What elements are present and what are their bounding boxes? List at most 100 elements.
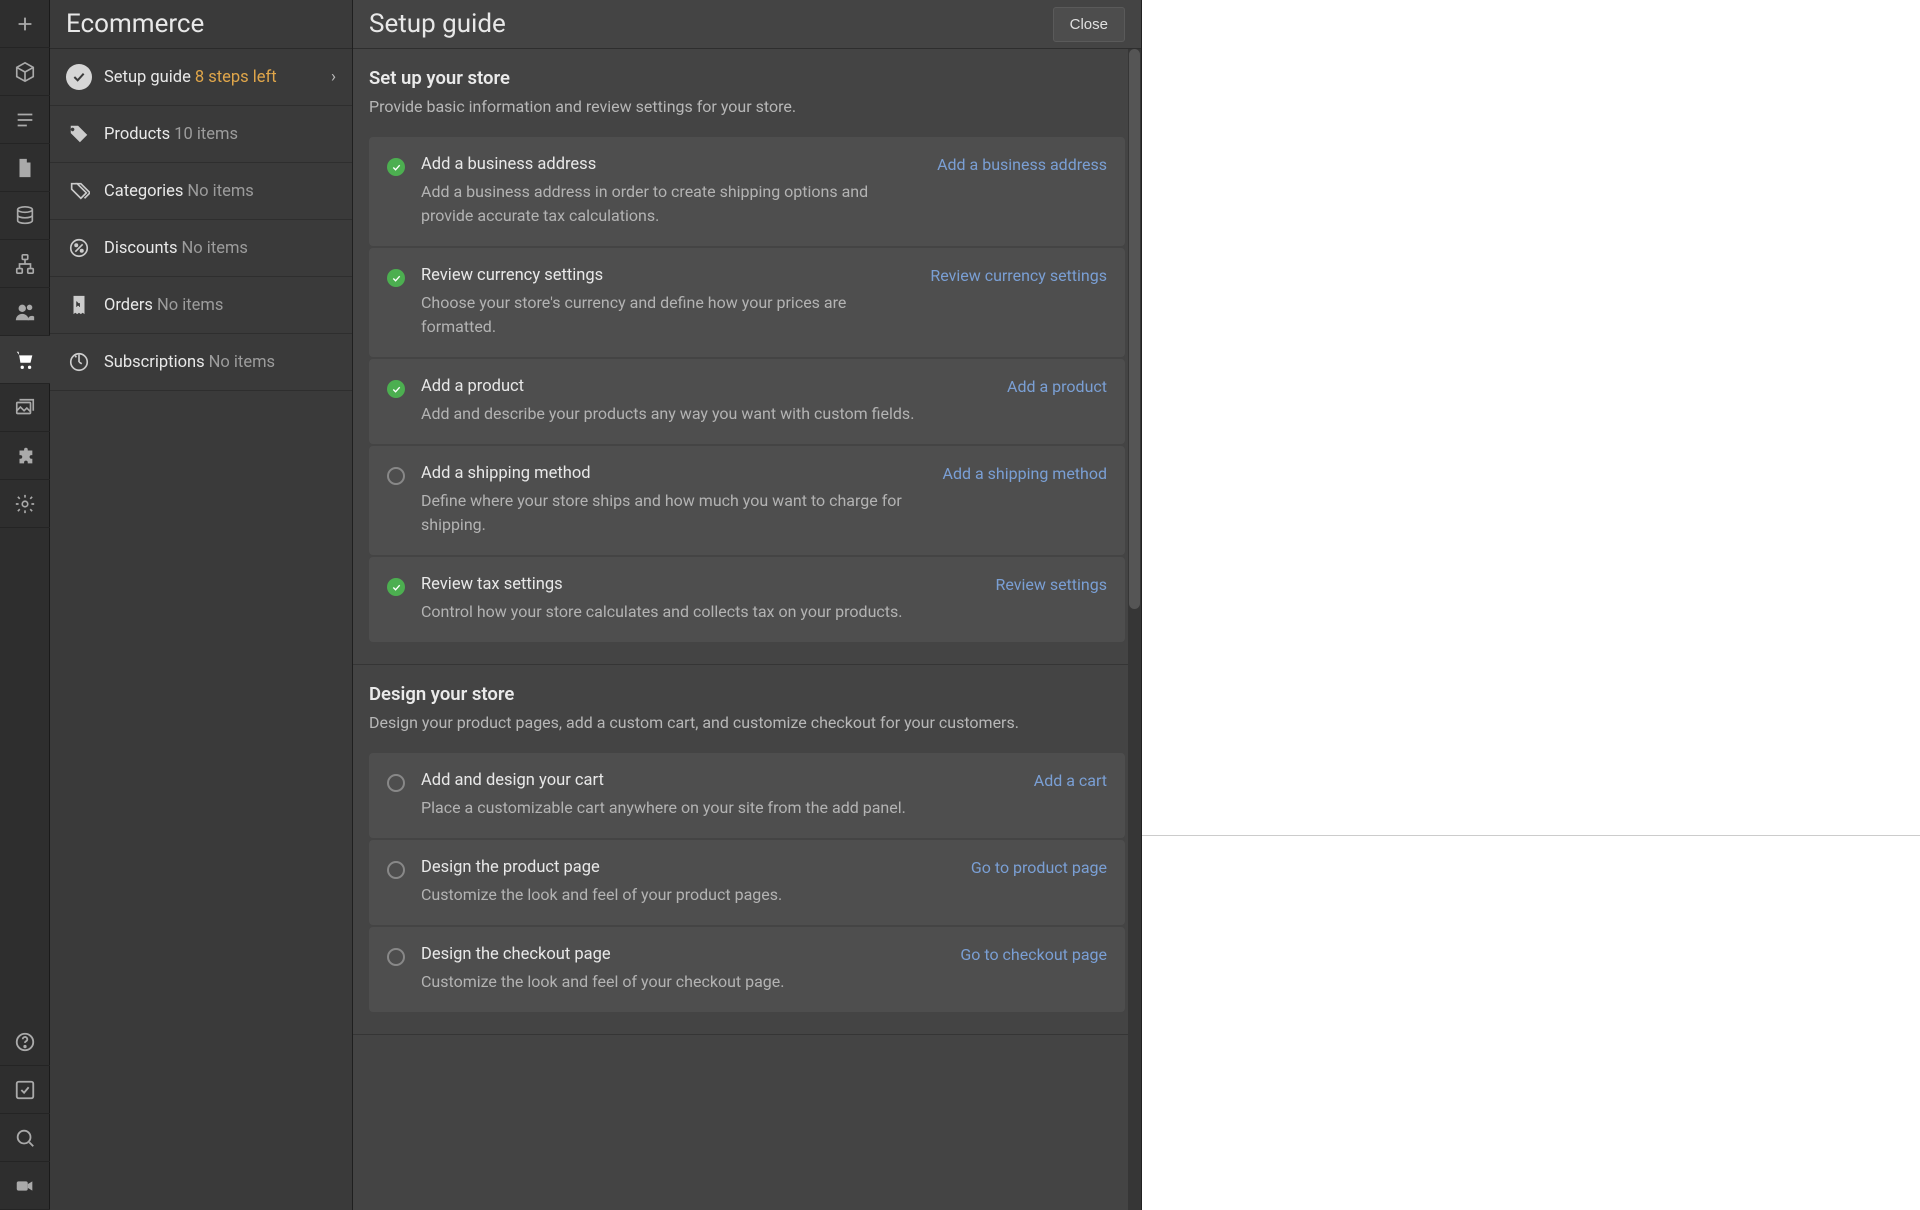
- page-icon: [14, 157, 36, 179]
- step-name: Design the checkout page: [421, 945, 948, 964]
- sidebar-item-label: Orders: [104, 296, 153, 315]
- rail-item-3d[interactable]: [0, 48, 50, 96]
- rail-item-users[interactable]: [0, 288, 50, 336]
- step-action-link[interactable]: Go to product page: [971, 858, 1107, 877]
- step-description: Choose your store's currency and define …: [421, 291, 921, 339]
- rail-item-nav[interactable]: [0, 96, 50, 144]
- category-icon: [66, 178, 92, 204]
- section-title: Design your store: [369, 683, 1125, 705]
- setup-step: Review currency settings Review currency …: [369, 248, 1125, 357]
- images-icon: [14, 397, 36, 419]
- rail-item-settings[interactable]: [0, 480, 50, 528]
- sidebar-item-sublabel: No items: [187, 182, 253, 201]
- sidebar-item-subscriptions[interactable]: SubscriptionsNo items: [50, 334, 352, 391]
- sidebar-item-discounts[interactable]: DiscountsNo items: [50, 220, 352, 277]
- sidebar-item-orders[interactable]: OrdersNo items: [50, 277, 352, 334]
- page-title: Setup guide: [369, 9, 506, 39]
- sidebar-item-sublabel: 8 steps left: [195, 68, 277, 87]
- sidebar-item-sublabel: No items: [157, 296, 223, 315]
- main-header: Setup guide Close: [353, 0, 1141, 49]
- setup-step: Add a shipping method Add a shipping meth…: [369, 446, 1125, 555]
- step-name: Add a shipping method: [421, 464, 931, 483]
- blank-area: [1142, 0, 1920, 1210]
- nav-rail: [0, 0, 50, 1210]
- sidebar-item-label: Discounts: [104, 239, 178, 258]
- sidebar-item-sublabel: No items: [209, 353, 275, 372]
- step-name: Review tax settings: [421, 575, 983, 594]
- subscription-icon: [66, 349, 92, 375]
- scrollbar-track[interactable]: [1128, 49, 1141, 1210]
- step-name: Add and design your cart: [421, 771, 1022, 790]
- step-action-link[interactable]: Go to checkout page: [960, 945, 1107, 964]
- step-description: Customize the look and feel of your chec…: [421, 970, 921, 994]
- step-name: Add a business address: [421, 155, 925, 174]
- rail-item-pages[interactable]: [0, 144, 50, 192]
- rail-item-add[interactable]: [0, 0, 50, 48]
- rail-item-search[interactable]: [0, 1114, 50, 1162]
- rail-item-video[interactable]: [0, 1162, 50, 1210]
- step-action-link[interactable]: Add a shipping method: [943, 464, 1107, 483]
- rail-item-cms[interactable]: [0, 192, 50, 240]
- main-body: Set up your store Provide basic informati…: [353, 49, 1141, 1210]
- rail-item-assets[interactable]: [0, 384, 50, 432]
- status-todo-icon: [387, 948, 405, 966]
- check-circle-icon: [66, 64, 92, 90]
- step-name: Review currency settings: [421, 266, 918, 285]
- step-description: Add and describe your products any way y…: [421, 402, 921, 426]
- scrollbar-thumb[interactable]: [1129, 49, 1140, 609]
- step-action-link[interactable]: Add a product: [1007, 377, 1107, 396]
- rail-item-logic[interactable]: [0, 240, 50, 288]
- blank-divider: [1142, 835, 1920, 1210]
- check-square-icon: [14, 1079, 36, 1101]
- section: Set up your store Provide basic informati…: [353, 49, 1141, 665]
- step-action-link[interactable]: Add a business address: [937, 155, 1107, 174]
- sidebar-title: Ecommerce: [50, 0, 352, 49]
- step-description: Add a business address in order to creat…: [421, 180, 921, 228]
- step-name: Add a product: [421, 377, 995, 396]
- main-panel: Setup guide Close Set up your store Provi…: [353, 0, 1142, 1210]
- rail-item-apps[interactable]: [0, 432, 50, 480]
- status-todo-icon: [387, 861, 405, 879]
- status-done-icon: [387, 158, 405, 176]
- sidebar-item-label: Products: [104, 125, 170, 144]
- sidebar-item-sublabel: No items: [182, 239, 248, 258]
- setup-step: Add a business address Add a business add…: [369, 137, 1125, 246]
- sidebar-item-products[interactable]: Products10 items: [50, 106, 352, 163]
- status-done-icon: [387, 380, 405, 398]
- status-todo-icon: [387, 774, 405, 792]
- setup-step: Add a product Add a product Add and descri…: [369, 359, 1125, 444]
- rail-item-audit[interactable]: [0, 1066, 50, 1114]
- sidebar-item-categories[interactable]: CategoriesNo items: [50, 163, 352, 220]
- step-action-link[interactable]: Add a cart: [1034, 771, 1107, 790]
- step-action-link[interactable]: Review currency settings: [930, 266, 1107, 285]
- rail-item-help[interactable]: [0, 1018, 50, 1066]
- close-button[interactable]: Close: [1053, 7, 1125, 42]
- database-icon: [14, 205, 36, 227]
- section: Design your store Design your product pag…: [353, 665, 1141, 1035]
- discount-icon: [66, 235, 92, 261]
- step-description: Define where your store ships and how mu…: [421, 489, 921, 537]
- cart-icon: [14, 349, 36, 371]
- tag-icon: [66, 121, 92, 147]
- users-icon: [14, 301, 36, 323]
- sidebar-item-label: Categories: [104, 182, 183, 201]
- section-desc: Design your product pages, add a custom …: [369, 711, 1125, 735]
- cube-icon: [14, 61, 36, 83]
- sidebar-item-label: Setup guide: [104, 68, 191, 87]
- section-title: Set up your store: [369, 67, 1125, 89]
- section-desc: Provide basic information and review set…: [369, 95, 1125, 119]
- plus-icon: [14, 13, 36, 35]
- setup-step: Review tax settingsReview settingsContro…: [369, 557, 1125, 642]
- video-icon: [14, 1175, 36, 1197]
- status-todo-icon: [387, 467, 405, 485]
- setup-step: Design the product pageGo to product pag…: [369, 840, 1125, 925]
- chevron-right-icon: ›: [331, 68, 336, 87]
- step-action-link[interactable]: Review settings: [995, 575, 1107, 594]
- sidebar-item-setup-guide[interactable]: Setup guide8 steps left ›: [50, 49, 352, 106]
- ecommerce-sidebar: Ecommerce Setup guide8 steps left › Prod…: [50, 0, 353, 1210]
- help-icon: [14, 1031, 36, 1053]
- sidebar-item-label: Subscriptions: [104, 353, 205, 372]
- rail-item-ecommerce[interactable]: [0, 336, 50, 384]
- flow-icon: [14, 253, 36, 275]
- status-done-icon: [387, 578, 405, 596]
